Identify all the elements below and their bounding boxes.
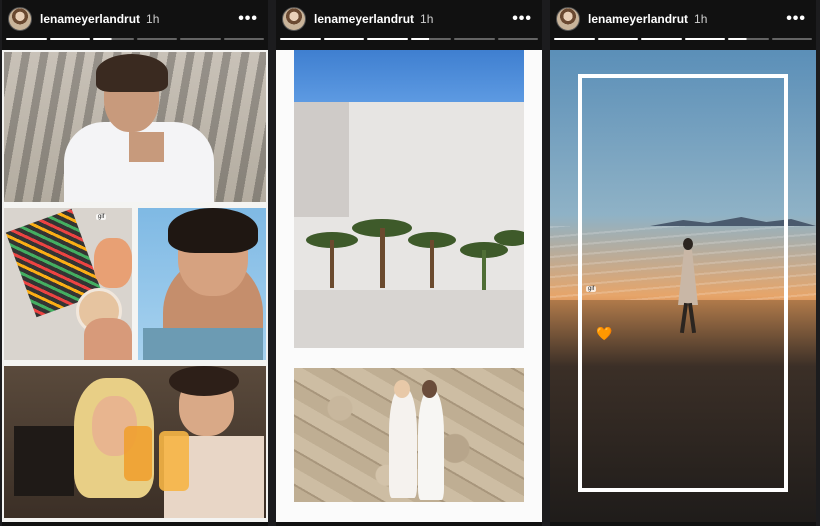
- progress-segment: [180, 38, 221, 40]
- gif-sticker: gif: [586, 286, 597, 292]
- heart-sticker: 🧡: [596, 326, 613, 341]
- gif-sticker: gif: [96, 214, 107, 220]
- progress-segment: [6, 38, 47, 40]
- progress-segment: [93, 38, 134, 40]
- post-time: 1h: [146, 12, 160, 26]
- progress-segment: [136, 38, 177, 40]
- post-time: 1h: [420, 12, 434, 26]
- story-header: lenameyerlandrut 1h •••: [2, 0, 268, 38]
- photo-board-game: gif: [4, 208, 132, 360]
- photo-stone-wall-duo: [294, 368, 524, 502]
- progress-segment: [280, 38, 321, 40]
- photo-curly-hair-selfie: [138, 208, 266, 360]
- story-panel-1[interactable]: lenameyerlandrut 1h ••• gif: [2, 0, 268, 526]
- photo-palm-wall: [294, 50, 524, 348]
- progress-segment: [367, 38, 408, 40]
- progress-segment: [684, 38, 725, 40]
- progress-segment: [454, 38, 495, 40]
- story-content: [276, 50, 542, 522]
- palm-trees-illustration: [306, 219, 524, 290]
- progress-segment: [223, 38, 264, 40]
- photo-woman-white-shirt: [4, 52, 266, 202]
- white-frame-overlay: [578, 74, 788, 492]
- progress-segment: [497, 38, 538, 40]
- story-panel-2[interactable]: lenameyerlandrut 1h •••: [276, 0, 542, 526]
- story-header: lenameyerlandrut 1h •••: [550, 0, 816, 38]
- avatar[interactable]: [556, 7, 580, 31]
- username[interactable]: lenameyerlandrut: [314, 12, 414, 26]
- progress-segment: [554, 38, 595, 40]
- more-options-icon[interactable]: •••: [238, 10, 258, 28]
- more-options-icon[interactable]: •••: [786, 10, 806, 28]
- avatar[interactable]: [8, 7, 32, 31]
- progress-segment: [771, 38, 812, 40]
- photo-women-cocktails: [4, 366, 266, 518]
- progress-segment: [410, 38, 451, 40]
- username[interactable]: lenameyerlandrut: [588, 12, 688, 26]
- avatar[interactable]: [282, 7, 306, 31]
- story-content: gif: [2, 50, 268, 522]
- story-progress: [280, 38, 538, 40]
- username[interactable]: lenameyerlandrut: [40, 12, 140, 26]
- more-options-icon[interactable]: •••: [512, 10, 532, 28]
- story-progress: [6, 38, 264, 40]
- progress-segment: [728, 38, 769, 40]
- story-progress: [554, 38, 812, 40]
- post-time: 1h: [694, 12, 708, 26]
- progress-segment: [641, 38, 682, 40]
- progress-segment: [597, 38, 638, 40]
- story-header: lenameyerlandrut 1h •••: [276, 0, 542, 38]
- story-panel-3[interactable]: lenameyerlandrut 1h ••• gif 🧡: [550, 0, 816, 526]
- progress-segment: [49, 38, 90, 40]
- progress-segment: [323, 38, 364, 40]
- story-content-sunset: gif 🧡: [550, 50, 816, 522]
